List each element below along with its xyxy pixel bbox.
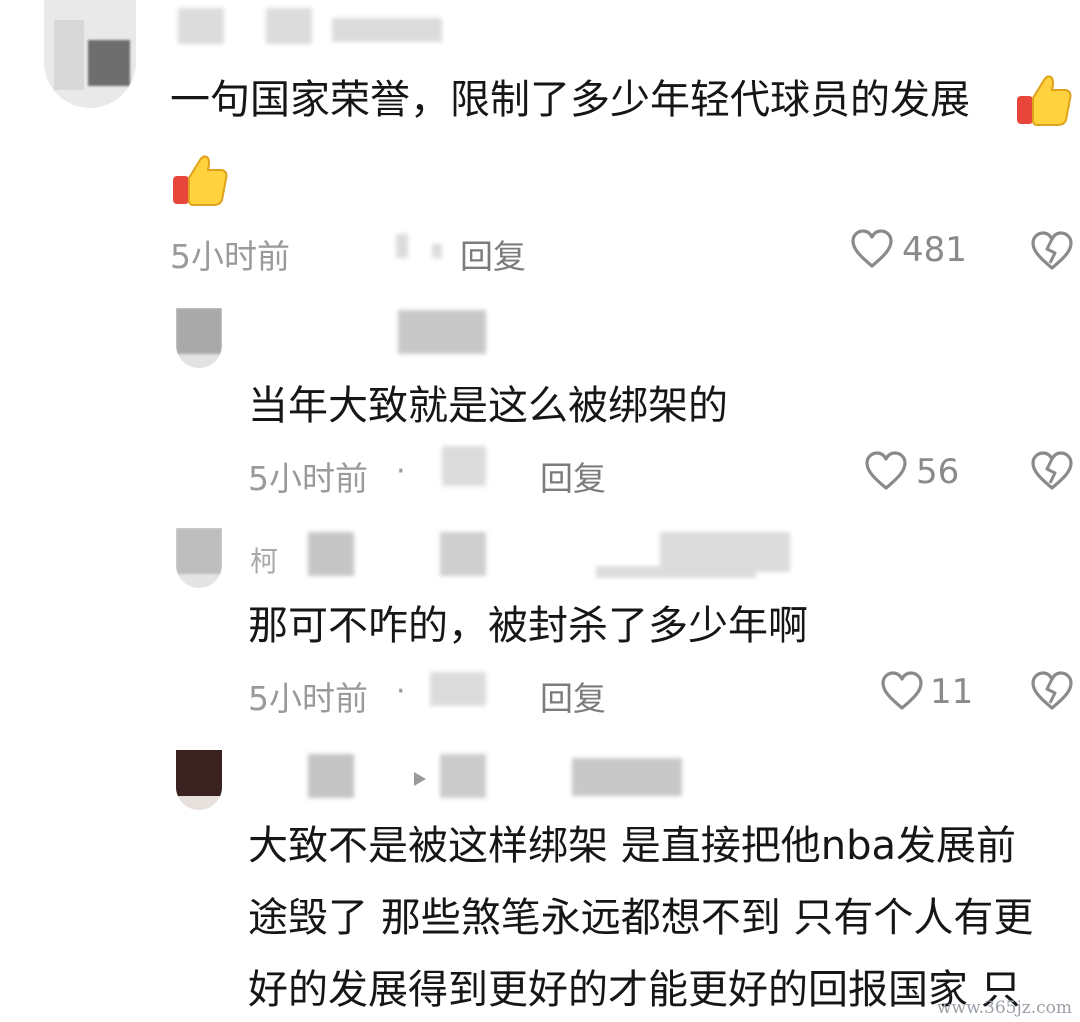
avatar[interactable] xyxy=(176,528,222,588)
avatar[interactable] xyxy=(176,750,222,810)
location-label xyxy=(396,234,408,258)
location-label xyxy=(432,244,442,258)
author-name[interactable] xyxy=(178,8,224,44)
heart-outline-icon[interactable] xyxy=(880,670,924,716)
broken-heart-icon[interactable] xyxy=(1030,670,1074,716)
reply-target[interactable] xyxy=(572,758,682,796)
author-name[interactable] xyxy=(266,8,312,44)
reply-button[interactable]: 回复 xyxy=(460,230,526,278)
reply-target[interactable] xyxy=(440,754,486,798)
heart-outline-icon[interactable] xyxy=(864,450,908,496)
author-name[interactable] xyxy=(308,532,354,576)
like-count: 11 xyxy=(930,672,974,712)
author-name[interactable] xyxy=(308,754,354,798)
reply-target xyxy=(596,566,756,578)
broken-heart-icon[interactable] xyxy=(1030,450,1074,496)
location-label xyxy=(430,672,486,706)
like-count: 56 xyxy=(916,452,960,492)
author-name[interactable] xyxy=(398,310,486,354)
watermark: www.365jz.com xyxy=(937,998,1072,1018)
play-arrow-icon xyxy=(412,770,428,792)
author-name[interactable]: 柯 xyxy=(250,540,278,580)
timestamp: 5小时前 xyxy=(170,237,290,276)
avatar[interactable] xyxy=(44,0,136,108)
comment-text: 当年大致就是这么被绑架的 xyxy=(248,383,728,429)
separator: · xyxy=(396,674,406,709)
reply-button[interactable]: 回复 xyxy=(540,672,606,720)
comment-text-line: 好的发展得到更好的才能更好的回报国家 只 xyxy=(248,967,1021,1013)
comment-text-line: 途毁了 那些煞笔永远都想不到 只有个人有更 xyxy=(248,895,1034,941)
thumbs-up-emoji xyxy=(170,148,232,214)
like-count: 481 xyxy=(902,230,967,270)
comment-text-line: 大致不是被这样绑架 是直接把他nba发展前 xyxy=(248,823,1016,869)
avatar[interactable] xyxy=(176,308,222,368)
broken-heart-icon[interactable] xyxy=(1030,230,1074,276)
timestamp: 5小时前 xyxy=(248,459,368,498)
author-name[interactable] xyxy=(332,18,442,42)
location-label xyxy=(442,446,486,486)
thumbs-up-emoji xyxy=(1014,68,1076,134)
author-name[interactable] xyxy=(440,532,486,576)
heart-outline-icon[interactable] xyxy=(850,228,894,274)
separator: · xyxy=(396,454,406,489)
timestamp: 5小时前 xyxy=(248,679,368,718)
reply-button[interactable]: 回复 xyxy=(540,452,606,500)
comment-text: 一句国家荣誉，限制了多少年轻代球员的发展 xyxy=(170,77,970,123)
comment-text: 那可不咋的，被封杀了多少年啊 xyxy=(248,603,808,649)
